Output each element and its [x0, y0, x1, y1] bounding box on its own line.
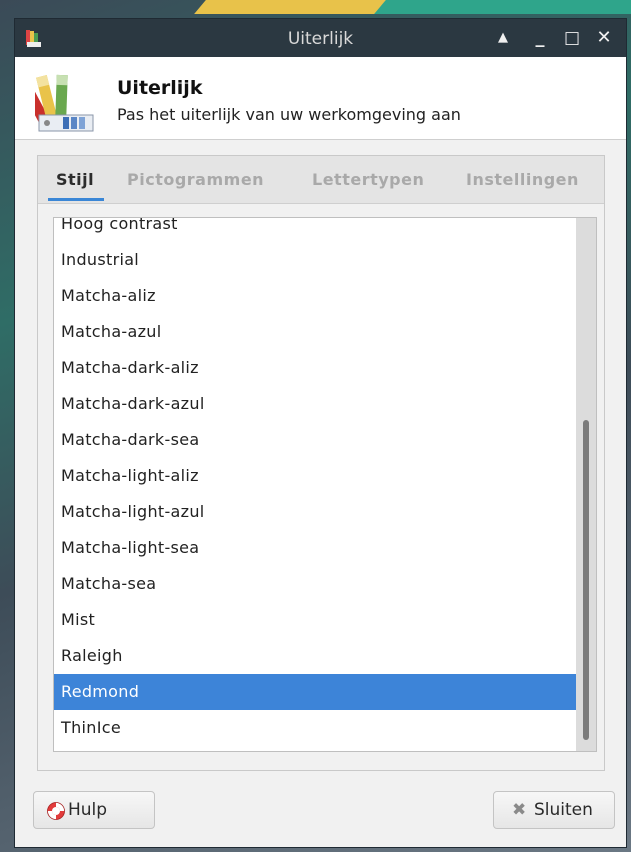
- theme-list-item[interactable]: Industrial: [54, 242, 576, 278]
- tab-pictogrammen[interactable]: Pictogrammen: [127, 170, 264, 189]
- close-x-icon: ✖: [512, 800, 527, 820]
- theme-list-item[interactable]: Matcha-light-sea: [54, 530, 576, 566]
- header-subtitle: Pas het uiterlijk van uw werkomgeving aa…: [117, 105, 461, 124]
- dialog-header: Uiterlijk Pas het uiterlijk van uw werko…: [15, 57, 626, 140]
- theme-list-item[interactable]: Raleigh: [54, 638, 576, 674]
- theme-list-item[interactable]: Matcha-dark-sea: [54, 422, 576, 458]
- header-title: Uiterlijk: [117, 77, 203, 99]
- theme-list-item[interactable]: Matcha-azul: [54, 314, 576, 350]
- theme-list-item[interactable]: Matcha-sea: [54, 566, 576, 602]
- lifebuoy-icon: [47, 802, 65, 820]
- shade-button[interactable]: ▲: [490, 25, 516, 51]
- settings-notebook: Stijl Pictogrammen Lettertypen Instellin…: [37, 155, 605, 771]
- help-button[interactable]: Hulp: [33, 791, 155, 829]
- tab-instellingen[interactable]: Instellingen: [466, 170, 579, 189]
- tab-stijl[interactable]: Stijl: [56, 170, 94, 189]
- close-button-label: Sluiten: [534, 800, 593, 820]
- tab-lettertypen[interactable]: Lettertypen: [312, 170, 424, 189]
- theme-list-item[interactable]: Mist: [54, 602, 576, 638]
- desktop-stripe-teal: [374, 0, 631, 14]
- active-tab-indicator: [48, 198, 104, 201]
- theme-list-item[interactable]: ThinIce: [54, 710, 576, 746]
- appearance-window: Uiterlijk ▲ _ □ ✕ Uiterlijk Pas het uite…: [14, 18, 627, 848]
- theme-list-item[interactable]: Matcha-dark-azul: [54, 386, 576, 422]
- theme-list[interactable]: ThinIce Redmond Raleigh Mist Matcha-sea Match…: [53, 217, 597, 752]
- scrollbar[interactable]: [576, 218, 596, 751]
- theme-list-item[interactable]: Matcha-light-aliz: [54, 458, 576, 494]
- titlebar[interactable]: Uiterlijk ▲ _ □ ✕: [15, 19, 626, 57]
- close-button[interactable]: ✖ Sluiten: [493, 791, 615, 829]
- theme-list-item[interactable]: Matcha-light-azul: [54, 494, 576, 530]
- help-button-label: Hulp: [68, 800, 108, 820]
- scrollbar-thumb[interactable]: [583, 420, 589, 740]
- close-window-button[interactable]: ✕: [591, 25, 617, 51]
- color-palette-icon: [35, 74, 94, 132]
- theme-list-item[interactable]: Matcha-aliz: [54, 278, 576, 314]
- theme-list-item[interactable]: Hoog contrast: [54, 218, 576, 242]
- tab-bar: Stijl Pictogrammen Lettertypen Instellin…: [38, 156, 604, 204]
- theme-list-item[interactable]: Matcha-dark-aliz: [54, 350, 576, 386]
- minimize-button[interactable]: _: [527, 25, 553, 51]
- theme-list-item[interactable]: Redmond: [54, 674, 576, 710]
- maximize-button[interactable]: □: [559, 25, 585, 51]
